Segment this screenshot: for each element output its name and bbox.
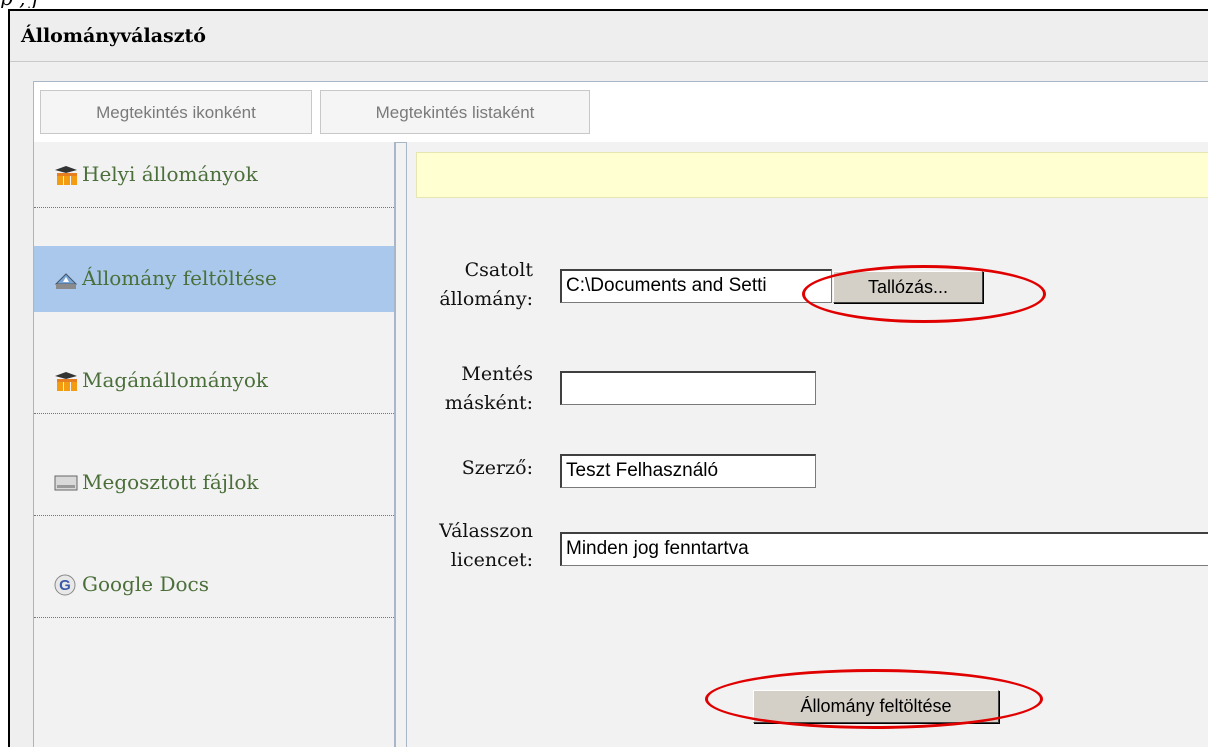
google-icon: G xyxy=(54,574,76,596)
sidebar-item-label: Magánállományok xyxy=(82,368,268,392)
author-input[interactable]: Teszt Felhasználó xyxy=(560,454,816,488)
author-label: Szerző: xyxy=(461,457,533,479)
upload-form-area: Csatolt állomány: C:\Documents and Setti… xyxy=(406,142,1208,747)
attachment-file-input[interactable]: C:\Documents and Setti xyxy=(560,269,832,303)
moodle-icon xyxy=(55,372,77,391)
file-picker-dialog: Állományválasztó Megtekintés ikonként Me… xyxy=(8,9,1208,747)
drive-icon xyxy=(54,475,78,491)
save-as-label: Mentés másként: xyxy=(444,363,533,414)
upload-file-button[interactable]: Állomány feltöltése xyxy=(753,690,999,723)
sidebar-item-private-files[interactable]: Magánállományok xyxy=(34,348,394,414)
svg-text:G: G xyxy=(59,577,71,594)
license-label: Válasszon licencet: xyxy=(439,520,533,571)
sidebar-item-local-files[interactable]: Helyi állományok xyxy=(34,142,394,208)
dialog-title: Állományválasztó xyxy=(21,25,206,47)
upload-icon xyxy=(54,273,78,289)
cropped-caption: p , j xyxy=(0,0,500,8)
moodle-icon xyxy=(55,166,77,185)
sidebar-item-upload[interactable]: Állomány feltöltése xyxy=(34,246,394,312)
notice-bar xyxy=(416,152,1208,198)
sidebar-item-shared-files[interactable]: Megosztott fájlok xyxy=(34,450,394,516)
view-tabs: Megtekintés ikonként Megtekintés listaké… xyxy=(34,82,1208,143)
tab-view-list[interactable]: Megtekintés listaként xyxy=(320,90,590,134)
dialog-titlebar: Állományválasztó xyxy=(10,11,1208,62)
sidebar-item-google-docs[interactable]: G Google Docs xyxy=(34,552,394,618)
sidebar-item-label: Google Docs xyxy=(82,572,209,596)
sidebar-item-label: Állomány feltöltése xyxy=(82,266,277,290)
file-picker-panel: Megtekintés ikonként Megtekintés listaké… xyxy=(33,81,1208,747)
sidebar-item-label: Megosztott fájlok xyxy=(82,470,259,494)
save-as-input[interactable] xyxy=(560,371,816,405)
tab-view-icons[interactable]: Megtekintés ikonként xyxy=(40,90,312,134)
attachment-label: Csatolt állomány: xyxy=(439,259,533,310)
browse-button[interactable]: Tallózás... xyxy=(833,271,983,303)
sidebar-item-label: Helyi állományok xyxy=(82,162,258,186)
repository-sidebar: Helyi állományok Állomány feltöltése Mag… xyxy=(34,142,396,747)
license-select[interactable]: Minden jog fenntartva xyxy=(560,532,1208,566)
